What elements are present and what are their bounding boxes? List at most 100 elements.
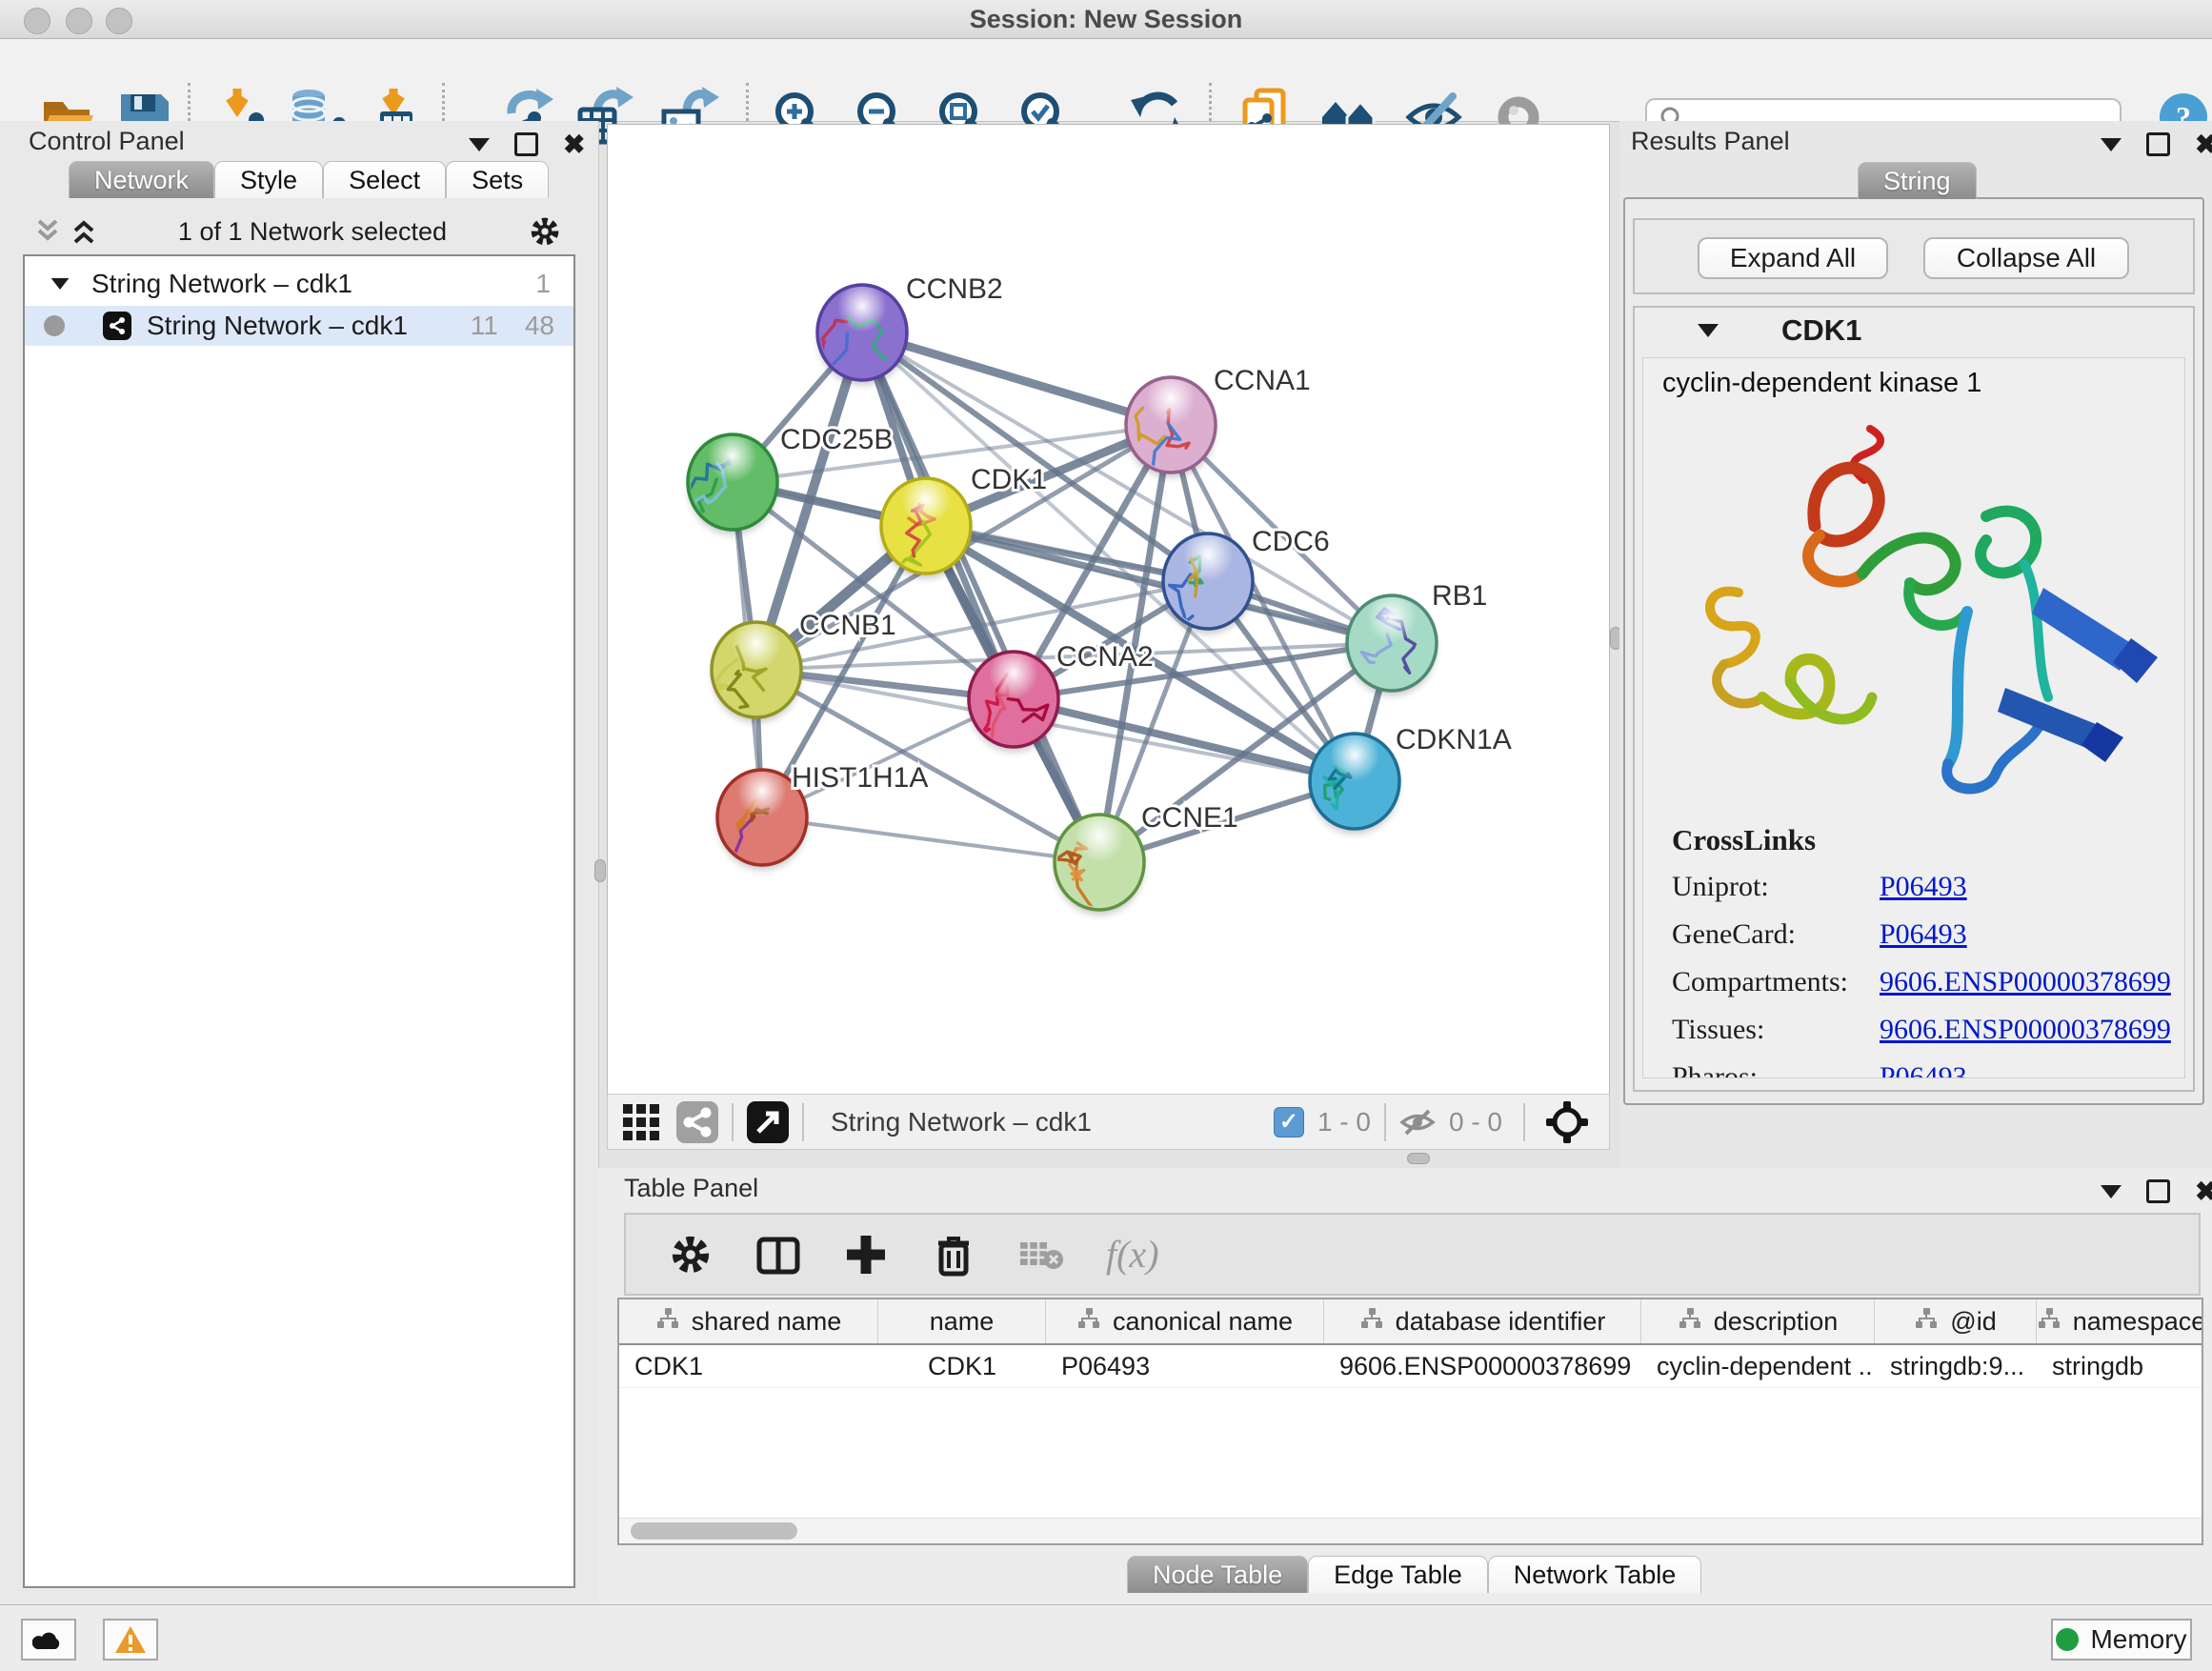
expand-all-tree-icon[interactable] <box>34 217 61 246</box>
network-options-gear-icon[interactable] <box>528 214 562 249</box>
tab-select[interactable]: Select <box>323 161 446 198</box>
birdseye-navigator-icon[interactable] <box>1546 1101 1588 1143</box>
node-HIST1H1A[interactable]: HIST1H1A <box>717 762 928 895</box>
column-header--id[interactable]: @id <box>1875 1299 2037 1343</box>
collapse-all-button[interactable]: Collapse All <box>1923 237 2129 279</box>
memory-label: Memory <box>2090 1624 2186 1655</box>
network-tree: String Network – cdk1 1 String Network –… <box>23 254 575 1588</box>
network-collection-row[interactable]: String Network – cdk1 1 <box>25 264 573 304</box>
cytoscape-window: Session: New Session <box>0 0 2212 1671</box>
tree-expander-icon[interactable] <box>51 278 70 290</box>
cdk1-entry-header[interactable]: CDK1 <box>1635 308 2193 353</box>
table-cell[interactable]: cyclin-dependent ... <box>1641 1345 1875 1387</box>
grid-view-icon[interactable] <box>621 1102 661 1142</box>
table-cell[interactable]: CDK1 <box>878 1345 1046 1387</box>
crosslink-value-link[interactable]: 9606.ENSP00000378699 <box>1880 966 2171 998</box>
crosslink-value-link[interactable]: P06493 <box>1880 1061 1967 1078</box>
node-CCNE1[interactable]: CCNE1 <box>1055 802 1238 949</box>
tab-network-table[interactable]: Network Table <box>1488 1556 1702 1593</box>
results-panel: Results Panel ✖ String Expand All Collap… <box>1619 121 2212 1168</box>
node-RB1[interactable]: RB1 <box>1347 580 1487 695</box>
panel-float-icon[interactable] <box>2146 132 2170 156</box>
network-row[interactable]: String Network – cdk1 11 48 <box>25 306 573 346</box>
netbar-separator <box>1384 1103 1386 1141</box>
crosslink-value-link[interactable]: P06493 <box>1880 871 1967 903</box>
hidden-eye-icon[interactable] <box>1399 1108 1436 1137</box>
panel-menu-icon[interactable] <box>469 138 490 151</box>
node-label-CCNB1: CCNB1 <box>799 610 896 641</box>
edge-CCNB2-CCNA1[interactable] <box>862 332 1171 425</box>
entry-expander-icon[interactable] <box>1698 324 1719 337</box>
column-header-database-identifier[interactable]: database identifier <box>1324 1299 1641 1343</box>
detach-view-icon[interactable] <box>747 1101 789 1143</box>
network-share-icon[interactable] <box>676 1101 718 1143</box>
network-selected-status: 1 of 1 Network selected <box>97 217 528 247</box>
column-header-namespace[interactable]: namespace <box>2037 1299 2203 1343</box>
netbar-separator <box>732 1103 734 1141</box>
column-header-description[interactable]: description <box>1641 1299 1875 1343</box>
tab-edge-table[interactable]: Edge Table <box>1308 1556 1488 1593</box>
entry-title: CDK1 <box>1781 313 1861 348</box>
crosslink-label: Tissues: <box>1672 1014 1880 1046</box>
delete-column-icon[interactable] <box>931 1232 976 1278</box>
selected-checkbox-icon[interactable]: ✓ <box>1274 1107 1304 1137</box>
table-horizontal-scrollbar[interactable] <box>619 1518 2202 1543</box>
table-options-gear-icon[interactable] <box>668 1232 714 1278</box>
table-panel: Table Panel ✖ <box>598 1168 2212 1604</box>
scrollbar-thumb[interactable] <box>631 1522 797 1540</box>
node-CDKN1A[interactable]: CDKN1A <box>1310 724 1512 834</box>
node-CDC25B[interactable]: CDC25B <box>679 424 894 534</box>
cdk1-entry-content: cyclin-dependent kinase 1 <box>1642 357 2185 1078</box>
table-toolbar: f(x) <box>624 1213 2201 1296</box>
table-cell[interactable]: stringdb <box>2037 1345 2203 1387</box>
network-canvas[interactable]: CCNB2CCNA1CDC25BCDK1CDC6RB1CCNB1CCNA2CDK… <box>607 124 1610 1096</box>
table-header-row: shared namenamecanonical namedatabase id… <box>619 1299 2202 1345</box>
panel-close-icon[interactable]: ✖ <box>563 135 585 154</box>
delete-table-icon[interactable] <box>1018 1235 1064 1275</box>
status-bar: Memory <box>0 1604 2212 1671</box>
node-CCNA1[interactable]: CCNA1 <box>1126 365 1311 482</box>
crosslink-value-link[interactable]: P06493 <box>1880 918 1967 951</box>
panel-float-icon[interactable] <box>2146 1179 2170 1203</box>
table-cell[interactable]: stringdb:9... <box>1875 1345 2037 1387</box>
horizontal-splitter-grip[interactable] <box>1407 1153 1430 1164</box>
column-header-name[interactable]: name <box>878 1299 1046 1343</box>
network-column-icon <box>1678 1307 1702 1337</box>
column-header-shared-name[interactable]: shared name <box>619 1299 878 1343</box>
crosslink-value-link[interactable]: 9606.ENSP00000378699 <box>1880 1014 2171 1046</box>
table-tabs: Node TableEdge TableNetwork Table <box>1127 1556 1701 1593</box>
panel-close-icon[interactable]: ✖ <box>2195 1182 2212 1201</box>
entry-description: cyclin-dependent kinase 1 <box>1662 368 1981 399</box>
add-column-icon[interactable] <box>843 1232 889 1278</box>
show-columns-icon[interactable] <box>755 1232 801 1278</box>
warnings-button[interactable] <box>103 1619 158 1661</box>
expand-all-button[interactable]: Expand All <box>1698 237 1888 279</box>
panel-menu-icon[interactable] <box>2101 138 2122 151</box>
tab-network[interactable]: Network <box>69 161 214 198</box>
tab-string[interactable]: String <box>1858 162 1977 199</box>
panel-menu-icon[interactable] <box>2101 1185 2122 1198</box>
left-splitter-grip[interactable] <box>594 859 606 882</box>
node-CDC6[interactable]: CDC6 <box>1163 526 1330 634</box>
table-row[interactable]: CDK1CDK1P064939606.ENSP00000378699cyclin… <box>619 1345 2202 1388</box>
table-cell[interactable]: CDK1 <box>619 1345 878 1387</box>
cloud-button[interactable] <box>21 1619 76 1661</box>
column-header-canonical-name[interactable]: canonical name <box>1046 1299 1324 1343</box>
memory-button[interactable]: Memory <box>2051 1619 2192 1661</box>
tab-style[interactable]: Style <box>214 161 323 198</box>
network-column-icon <box>1076 1307 1101 1337</box>
table-cell[interactable]: P06493 <box>1046 1345 1324 1387</box>
tab-sets[interactable]: Sets <box>446 161 549 198</box>
network-view-toolbar: String Network – cdk1 ✓ 1 - 0 0 - 0 <box>607 1094 1610 1150</box>
table-cell[interactable]: 9606.ENSP00000378699 <box>1324 1345 1641 1387</box>
function-builder-icon[interactable]: f(x) <box>1106 1232 1159 1277</box>
cloud-icon <box>32 1628 65 1651</box>
panel-close-icon[interactable]: ✖ <box>2195 135 2212 154</box>
panel-float-icon[interactable] <box>514 132 538 156</box>
crosslink-row: Pharos:P06493 <box>1672 1061 2171 1078</box>
collapse-all-tree-icon[interactable] <box>70 217 97 246</box>
node-table: shared namenamecanonical namedatabase id… <box>617 1298 2203 1545</box>
tab-node-table[interactable]: Node Table <box>1127 1556 1308 1593</box>
control-panel-title: Control Panel <box>29 127 185 156</box>
edge-HIST1H1A-CCNE1[interactable] <box>762 817 1099 862</box>
